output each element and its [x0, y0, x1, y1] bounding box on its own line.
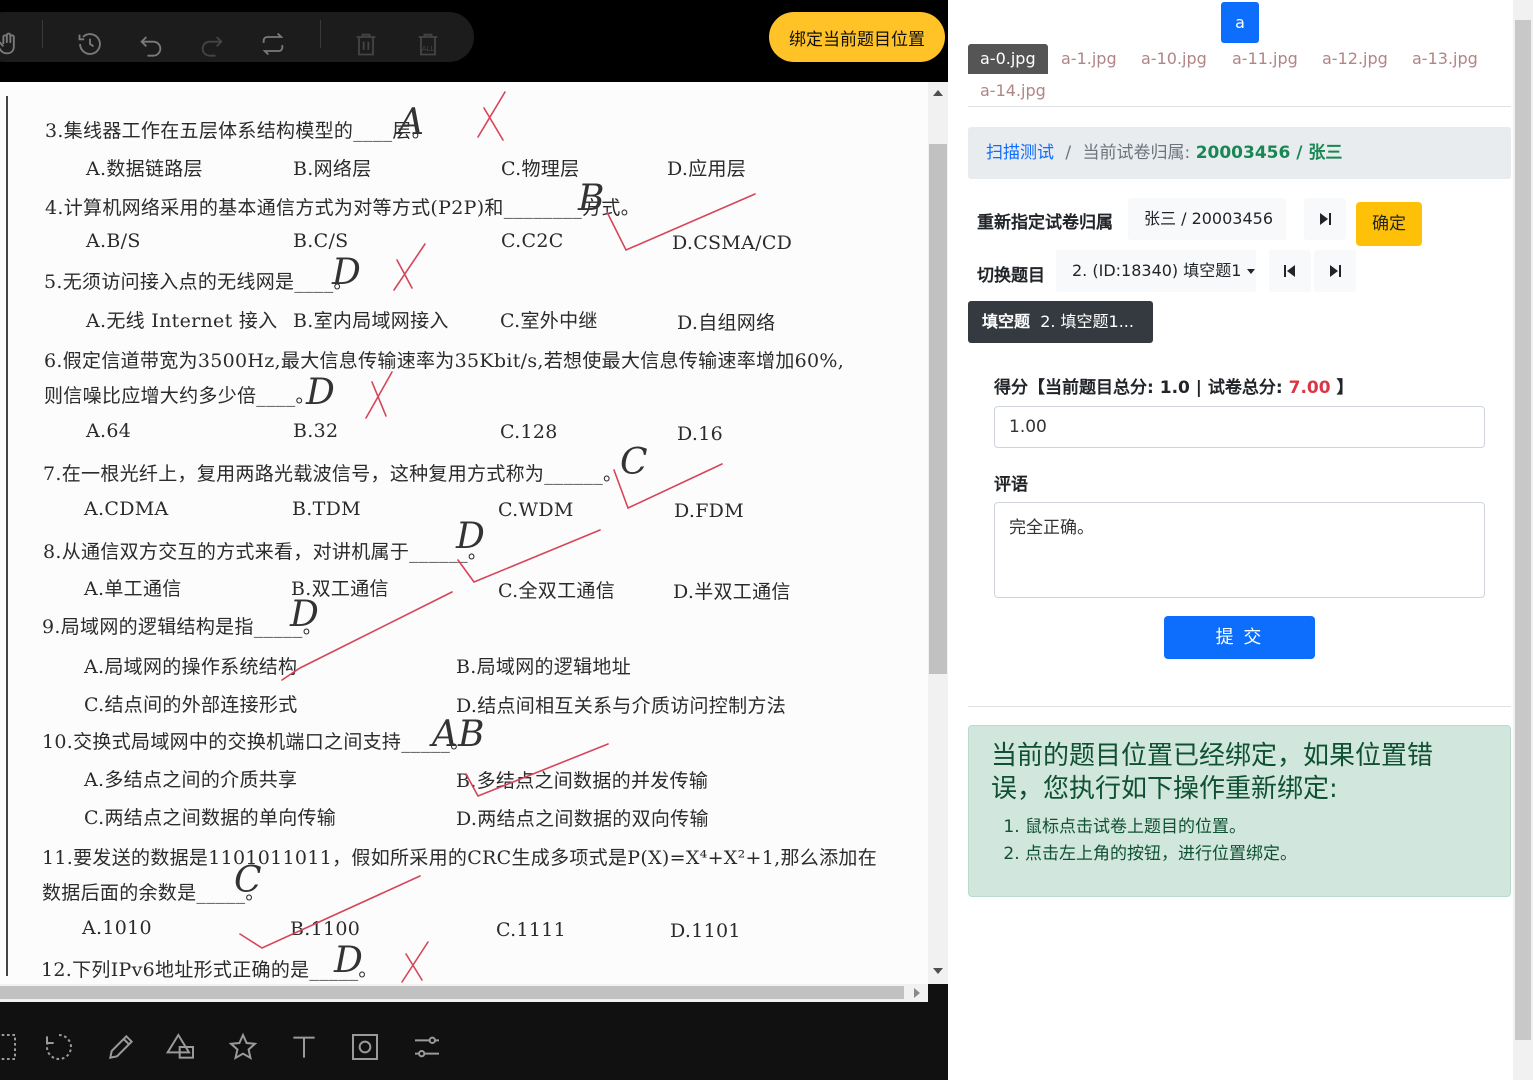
breadcrumb-link[interactable]: 扫描测试: [986, 143, 1054, 163]
alert-step: 点击左上角的按钮，进行位置绑定。: [1025, 841, 1297, 868]
prev-question-button[interactable]: [1269, 250, 1311, 292]
undo-icon[interactable]: [135, 28, 167, 60]
file-tab[interactable]: a-1.jpg: [1049, 44, 1129, 74]
tool-group: [0, 12, 474, 62]
breadcrumb: 扫描测试 / 当前试卷归属: 20003456 / 张三: [968, 127, 1511, 179]
handwritten-answer: D: [455, 516, 485, 557]
alert-message: 当前的题目位置已经绑定，如果位置错误，您执行如下操作重新绑定:: [991, 741, 1434, 804]
repeat-icon[interactable]: [257, 28, 289, 60]
scroll-right-arrow[interactable]: [914, 988, 920, 998]
cross-mark: [477, 91, 506, 141]
chevron-down-icon: [1247, 269, 1256, 274]
skip-back-icon: [1284, 265, 1295, 277]
check-mark: [465, 743, 609, 798]
alert-steps: 鼠标点击试卷上题目的位置。 点击左上角的按钮，进行位置绑定。: [1025, 814, 1297, 868]
skip-forward-icon: [1330, 265, 1341, 277]
cross-mark: [393, 243, 426, 291]
owner-label: 当前试卷归属:: [1082, 143, 1191, 163]
image-editor-panel: ALL 绑定当前题目位置 3.集线器工作在五层体系结构模型的____层。 A.数据…: [0, 0, 948, 1080]
submit-button[interactable]: 提 交: [1164, 616, 1315, 659]
score-label: 得分【当前题目总分: 1.0 | 试卷总分: 7.00 】: [994, 378, 1354, 398]
delete-icon[interactable]: [350, 28, 382, 60]
check-mark: [239, 875, 421, 949]
handwritten-answer: A: [395, 102, 424, 143]
switch-question-label: 切换题目: [977, 266, 1045, 286]
shape-icon[interactable]: [164, 1030, 198, 1064]
current-student-badge[interactable]: a: [1221, 2, 1259, 43]
rotate-icon[interactable]: [42, 1030, 76, 1064]
scroll-up-arrow[interactable]: [933, 90, 943, 96]
adjust-icon[interactable]: [410, 1030, 444, 1064]
page-scrollbar[interactable]: [1513, 0, 1533, 1080]
bind-question-position-button[interactable]: 绑定当前题目位置: [769, 12, 945, 62]
history-icon[interactable]: [74, 28, 106, 60]
tab-divider: [968, 106, 1511, 107]
scroll-down-arrow[interactable]: [933, 968, 943, 974]
mosaic-icon[interactable]: [348, 1030, 382, 1064]
svg-text:ALL: ALL: [422, 45, 435, 53]
next-owner-button[interactable]: [1304, 198, 1346, 240]
toolbar-divider: [42, 20, 43, 48]
file-tab[interactable]: a-11.jpg: [1220, 44, 1310, 74]
cross-mark: [365, 371, 393, 419]
handwritten-answer: D: [289, 594, 319, 635]
exam-paper-viewport[interactable]: 3.集线器工作在五层体系结构模型的____层。 A.数据链路层 B.网络层 C.物理层…: [0, 82, 928, 984]
handwritten-answer: B: [577, 178, 604, 219]
grading-marks: ABDDCDDABCD: [234, 91, 756, 983]
editor-top-toolbar: ALL 绑定当前题目位置: [0, 0, 948, 82]
paper-vertical-scrollbar[interactable]: [928, 82, 948, 984]
handwritten-answer: AB: [429, 714, 484, 755]
scrollbar-thumb[interactable]: [1515, 20, 1531, 1040]
text-icon[interactable]: [287, 1030, 321, 1064]
handwritten-answer: C: [234, 860, 262, 901]
owner-value: 20003456 / 张三: [1195, 143, 1343, 163]
reassign-label: 重新指定试卷归属: [977, 213, 1113, 233]
question-dropdown[interactable]: 2. (ID:18340) 填空题1: [1056, 250, 1256, 292]
bound-position-alert: 当前的题目位置已经绑定，如果位置错误，您执行如下操作重新绑定: 鼠标点击试卷上题…: [968, 725, 1511, 897]
pencil-icon[interactable]: [104, 1030, 138, 1064]
scrollbar-thumb[interactable]: [0, 986, 904, 999]
handwritten-answer: D: [331, 252, 361, 293]
file-tab[interactable]: a-10.jpg: [1129, 44, 1219, 74]
question-type-tag: 填空题 2. 填空题1...: [968, 301, 1153, 343]
scanned-exam-paper[interactable]: 3.集线器工作在五层体系结构模型的____层。 A.数据链路层 B.网络层 C.物理层…: [0, 82, 928, 984]
scrollbar-thumb[interactable]: [929, 144, 947, 674]
file-tab[interactable]: a-12.jpg: [1310, 44, 1400, 74]
file-tab[interactable]: a-13.jpg: [1400, 44, 1490, 74]
comment-textarea[interactable]: 完全正确。: [994, 502, 1485, 598]
file-tab[interactable]: a-14.jpg: [968, 76, 1058, 106]
hand-icon[interactable]: [0, 28, 24, 60]
delete-all-icon[interactable]: ALL: [412, 28, 444, 60]
score-input[interactable]: 1.00: [994, 406, 1485, 448]
handwritten-answer: D: [305, 372, 335, 413]
file-tab[interactable]: a-0.jpg: [968, 44, 1048, 74]
paper-horizontal-scrollbar[interactable]: [0, 984, 928, 1002]
select-icon[interactable]: [0, 1030, 20, 1064]
cross-mark: [401, 941, 429, 983]
check-mark: [606, 193, 756, 252]
redo-icon[interactable]: [196, 28, 228, 60]
skip-forward-icon: [1320, 213, 1331, 225]
alert-step: 鼠标点击试卷上题目的位置。: [1025, 814, 1297, 841]
editor-bottom-toolbar: [0, 1002, 948, 1080]
star-icon[interactable]: [226, 1030, 260, 1064]
grading-panel: a a-0.jpg a-1.jpg a-10.jpg a-11.jpg a-12.jpg…: [948, 0, 1513, 1080]
next-question-button[interactable]: [1314, 250, 1356, 292]
comment-label: 评语: [994, 475, 1028, 495]
handwritten-answer: C: [620, 442, 648, 483]
toolbar-divider: [320, 20, 321, 48]
handwritten-answer: D: [333, 940, 363, 981]
confirm-owner-button[interactable]: 确定: [1356, 202, 1422, 246]
section-divider: [968, 706, 1511, 707]
breadcrumb-separator: /: [1065, 143, 1072, 163]
reassign-owner-dropdown[interactable]: 张三 / 20003456: [1128, 198, 1286, 264]
